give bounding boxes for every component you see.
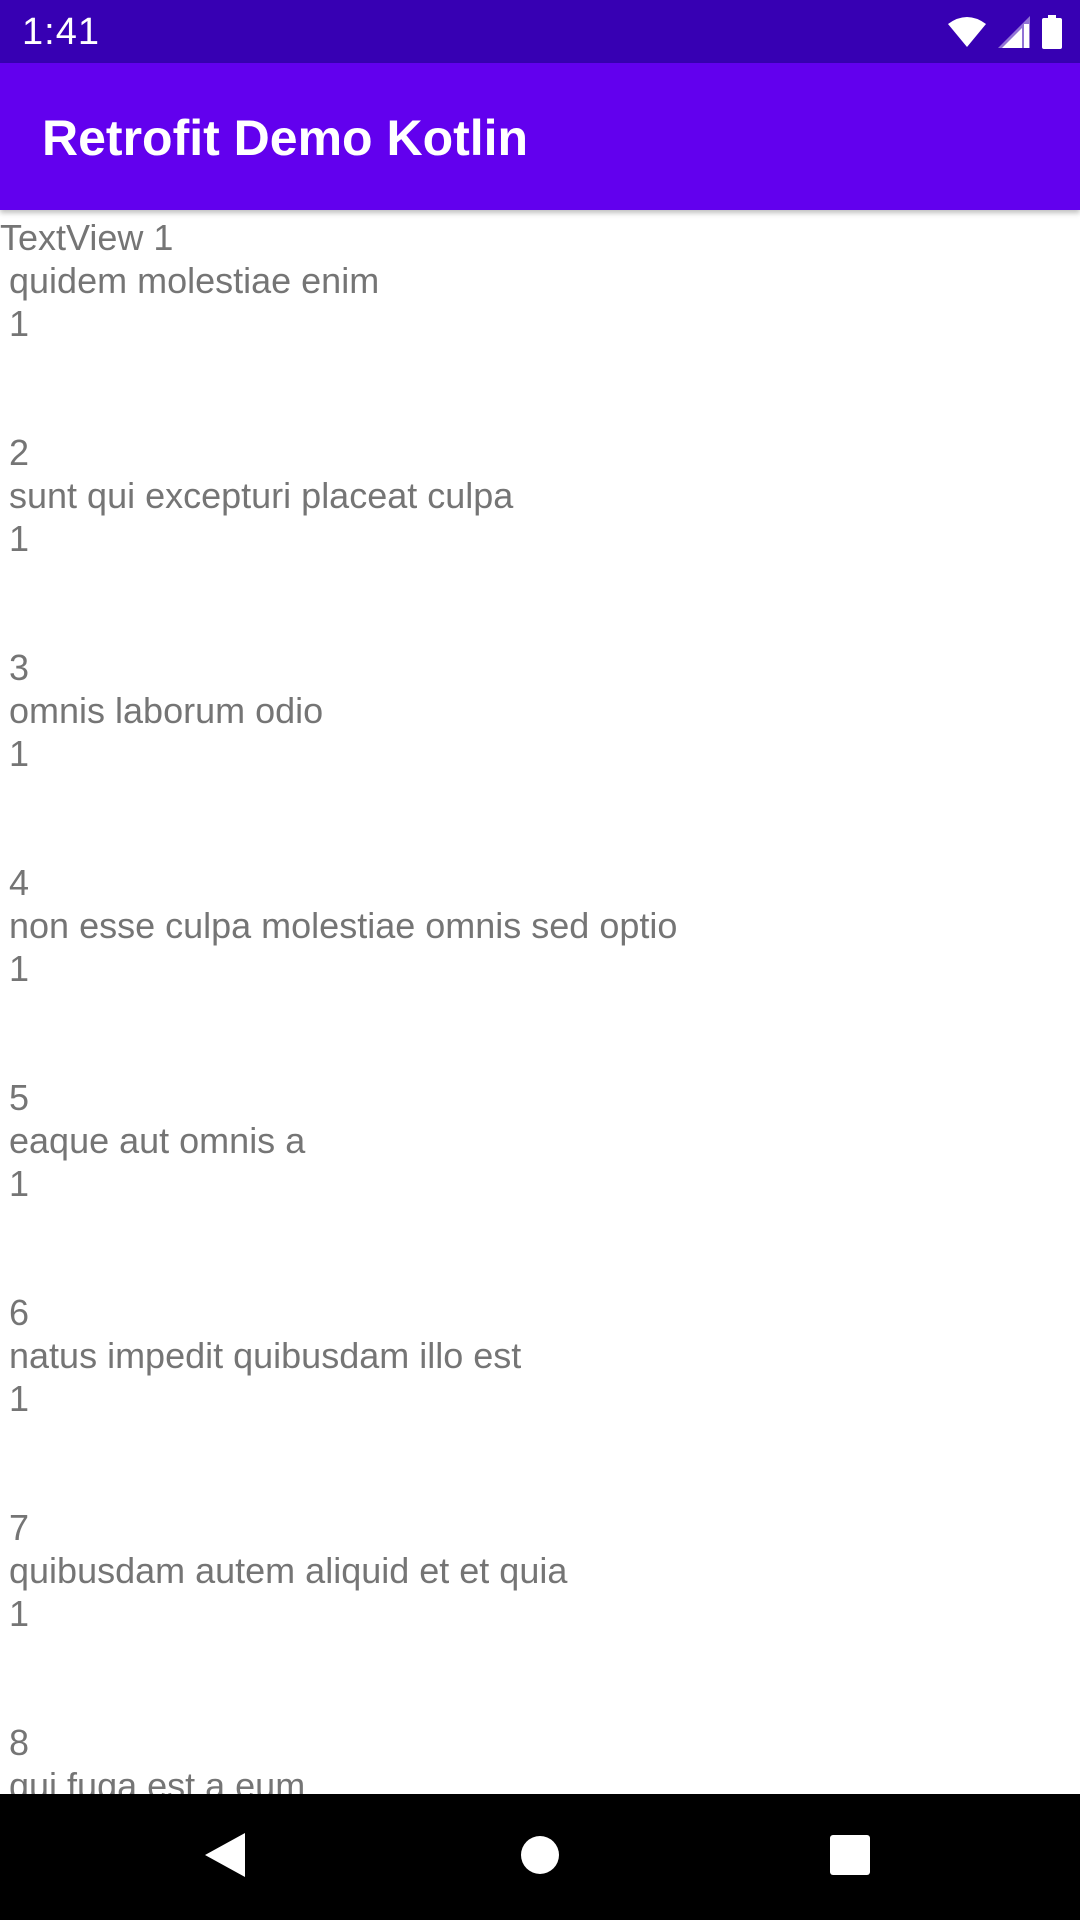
list-item[interactable]: 5 eaque aut omnis a 1 <box>0 1076 1080 1291</box>
status-bar: 1:41 <box>0 0 1080 63</box>
battery-icon <box>1042 15 1062 49</box>
item-id: 6 <box>9 1292 30 1333</box>
item-id: TextView 1 <box>0 217 174 258</box>
back-icon <box>205 1832 245 1882</box>
app-bar: Retrofit Demo Kotlin <box>0 63 1080 210</box>
list-item[interactable]: 4 non esse culpa molestiae omnis sed opt… <box>0 861 1080 1076</box>
list-item[interactable]: 7 quibusdam autem aliquid et et quia 1 <box>0 1506 1080 1721</box>
back-button[interactable] <box>155 1794 295 1920</box>
cell-signal-icon <box>998 16 1030 48</box>
item-id: 3 <box>9 647 30 688</box>
item-id: 8 <box>9 1722 30 1763</box>
list-item[interactable]: 3 omnis laborum odio 1 <box>0 646 1080 861</box>
item-title: quibusdam autem aliquid et et quia <box>9 1550 568 1591</box>
home-button[interactable] <box>470 1794 610 1920</box>
item-user-id: 1 <box>9 1593 30 1634</box>
post-list[interactable]: TextView 1 quidem molestiae enim 1 2 sun… <box>0 210 1080 1794</box>
list-item[interactable]: 2 sunt qui excepturi placeat culpa 1 <box>0 431 1080 646</box>
item-user-id: 1 <box>9 948 30 989</box>
home-icon <box>520 1835 560 1880</box>
item-title: eaque aut omnis a <box>9 1120 306 1161</box>
status-icons <box>948 12 1062 52</box>
item-title: natus impedit quibusdam illo est <box>9 1335 522 1376</box>
item-id: 4 <box>9 862 30 903</box>
list-item[interactable]: 6 natus impedit quibusdam illo est 1 <box>0 1291 1080 1506</box>
item-title: quidem molestiae enim <box>9 260 380 301</box>
item-title: non esse culpa molestiae omnis sed optio <box>9 905 678 946</box>
recents-button[interactable] <box>780 1794 920 1920</box>
item-title: omnis laborum odio <box>9 690 324 731</box>
wifi-icon <box>948 16 986 48</box>
item-user-id: 1 <box>9 733 30 774</box>
navigation-bar <box>0 1794 1080 1920</box>
item-user-id: 1 <box>9 303 30 344</box>
list-item[interactable]: TextView 1 quidem molestiae enim 1 <box>0 216 1080 431</box>
item-id: 5 <box>9 1077 30 1118</box>
item-title: sunt qui excepturi placeat culpa <box>9 475 514 516</box>
item-user-id: 1 <box>9 1378 30 1419</box>
list-item[interactable]: 8 qui fuga est a eum <box>0 1721 1080 1794</box>
item-id: 7 <box>9 1507 30 1548</box>
item-user-id: 1 <box>9 1163 30 1204</box>
item-id: 2 <box>9 432 30 473</box>
recents-icon <box>830 1834 870 1880</box>
status-time: 1:41 <box>22 11 100 53</box>
app-title: Retrofit Demo Kotlin <box>42 110 529 166</box>
item-title: qui fuga est a eum <box>9 1765 306 1794</box>
item-user-id: 1 <box>9 518 30 559</box>
